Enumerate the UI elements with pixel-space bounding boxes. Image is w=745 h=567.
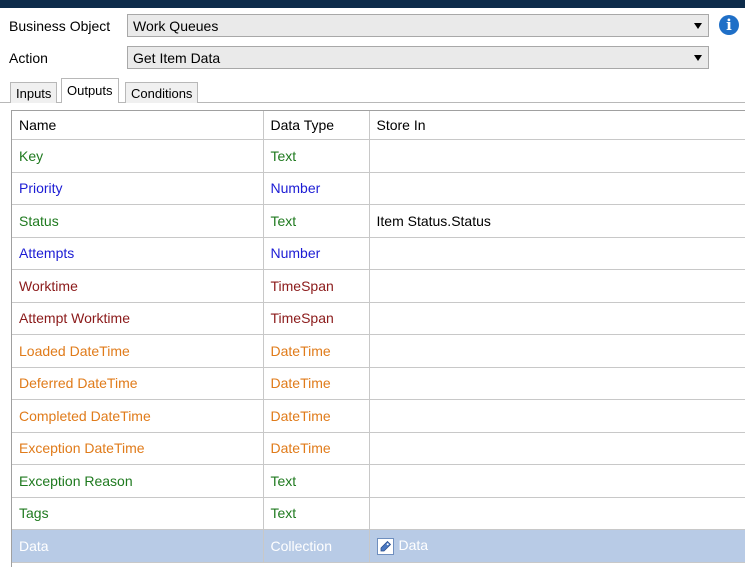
table-row[interactable]: Worktime TimeSpan: [12, 269, 745, 303]
row-name: Attempt Worktime: [12, 302, 264, 335]
row-store-in-value: Data: [398, 536, 429, 553]
action-value: Get Item Data: [133, 50, 221, 66]
table-row[interactable]: Key Text: [12, 139, 745, 173]
row-data-type: Number: [263, 237, 370, 270]
row-data-type: Text: [263, 464, 370, 498]
row-name: Deferred DateTime: [12, 367, 264, 400]
outputs-grid: Name Data Type Store In Key Text Priorit…: [11, 110, 745, 567]
tab-strip: Inputs Outputs Conditions: [0, 78, 745, 103]
row-data-type: Collection: [263, 529, 370, 563]
row-data-type: TimeSpan: [263, 302, 370, 335]
grid-header-row: Name Data Type Store In: [12, 111, 745, 140]
row-name: Priority: [12, 172, 264, 205]
column-header-name[interactable]: Name: [12, 111, 264, 140]
row-store-in[interactable]: [369, 172, 745, 205]
table-row-selected[interactable]: Data Collection Data: [12, 529, 745, 563]
business-object-label: Business Object: [9, 18, 111, 34]
table-row[interactable]: Exception Reason Text: [12, 464, 745, 498]
row-store-in[interactable]: [369, 464, 745, 498]
action-row: Action Get Item Data: [0, 42, 745, 74]
row-data-type: DateTime: [263, 432, 370, 465]
column-header-store-in[interactable]: Store In: [369, 111, 745, 140]
chevron-down-icon: [694, 55, 702, 61]
row-name: Loaded DateTime: [12, 334, 264, 368]
row-store-in[interactable]: [369, 237, 745, 270]
business-object-dropdown[interactable]: Work Queues: [127, 14, 709, 37]
row-data-type: Text: [263, 139, 370, 173]
chevron-down-icon: [694, 23, 702, 29]
action-label: Action: [9, 50, 48, 66]
row-name: Data: [12, 529, 264, 563]
row-data-type: TimeSpan: [263, 269, 370, 303]
row-data-type: DateTime: [263, 367, 370, 400]
business-object-row: Business Object Work Queues i: [0, 10, 745, 42]
row-store-in[interactable]: Data: [369, 529, 745, 563]
row-name: Exception DateTime: [12, 432, 264, 465]
row-store-in[interactable]: [369, 399, 745, 433]
row-name: Attempts: [12, 237, 264, 270]
column-header-data-type[interactable]: Data Type: [263, 111, 370, 140]
window-top-bar: [0, 0, 745, 8]
table-row[interactable]: Deferred DateTime DateTime: [12, 367, 745, 400]
row-name: Tags: [12, 497, 264, 530]
row-data-type: DateTime: [263, 399, 370, 433]
tab-inputs[interactable]: Inputs: [10, 82, 58, 103]
table-row[interactable]: Priority Number: [12, 172, 745, 205]
row-store-in[interactable]: [369, 139, 745, 173]
table-row[interactable]: Status Text Item Status.Status: [12, 204, 745, 238]
table-row[interactable]: Attempts Number: [12, 237, 745, 270]
tab-conditions[interactable]: Conditions: [125, 82, 199, 103]
row-name: Key: [12, 139, 264, 173]
row-store-in[interactable]: [369, 269, 745, 303]
info-icon[interactable]: i: [719, 15, 739, 35]
row-data-type: Text: [263, 204, 370, 238]
row-store-in[interactable]: [369, 432, 745, 465]
row-data-type: Number: [263, 172, 370, 205]
row-store-in[interactable]: Item Status.Status: [369, 204, 745, 238]
business-object-value: Work Queues: [133, 18, 219, 34]
action-dropdown[interactable]: Get Item Data: [127, 46, 709, 69]
data-item-icon: [376, 537, 394, 555]
row-name: Completed DateTime: [12, 399, 264, 433]
row-store-in[interactable]: [369, 334, 745, 368]
table-row[interactable]: Loaded DateTime DateTime: [12, 334, 745, 368]
row-store-in[interactable]: [369, 367, 745, 400]
row-name: Status: [12, 204, 264, 238]
row-name: Exception Reason: [12, 464, 264, 498]
row-store-in[interactable]: [369, 302, 745, 335]
row-name: Worktime: [12, 269, 264, 303]
tab-outputs[interactable]: Outputs: [61, 78, 119, 103]
table-row[interactable]: Attempt Worktime TimeSpan: [12, 302, 745, 335]
table-row[interactable]: Completed DateTime DateTime: [12, 399, 745, 433]
table-row[interactable]: Tags Text: [12, 497, 745, 530]
table-row[interactable]: Exception DateTime DateTime: [12, 432, 745, 465]
row-store-in[interactable]: [369, 497, 745, 530]
row-data-type: Text: [263, 497, 370, 530]
row-data-type: DateTime: [263, 334, 370, 368]
